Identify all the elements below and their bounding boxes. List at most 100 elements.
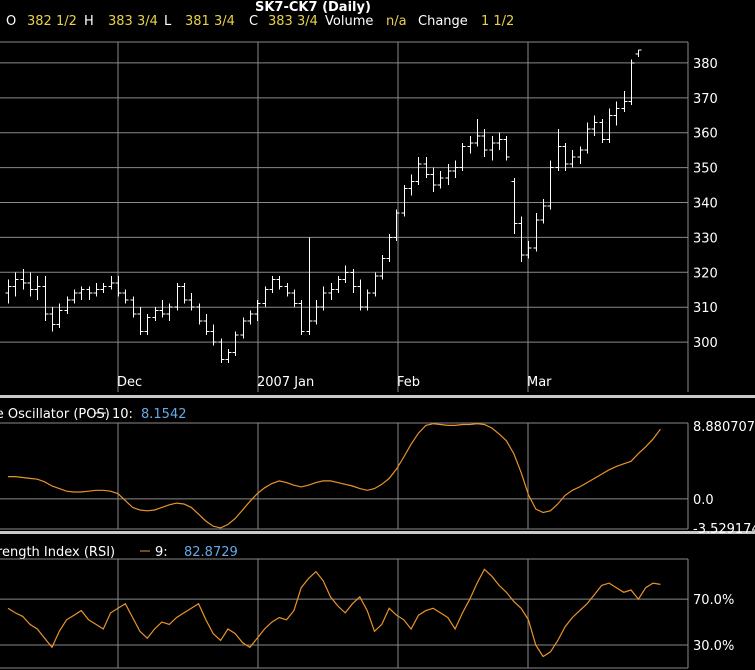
ohlc-bar: [254, 300, 261, 322]
pos-title: Price Oscillator (POS): [0, 407, 110, 422]
ohlc-bar: [152, 307, 159, 322]
ohlc-bar: [599, 118, 606, 144]
ohlc-value: 383 3/4: [268, 14, 318, 29]
x-tick-label: Mar: [527, 375, 552, 390]
ohlc-bar: [357, 279, 364, 311]
ohlc-bar: [42, 275, 49, 322]
price-grid: [0, 41, 689, 392]
ohlc-bar: [511, 178, 518, 234]
ohlc-label: Change: [418, 14, 468, 29]
y-tick-label: 380: [693, 57, 718, 72]
price-bars: [5, 49, 642, 364]
ohlc-bar: [496, 132, 503, 151]
ohlc-bar: [328, 282, 335, 301]
ohlc-bar: [562, 143, 569, 172]
ohlc-bar: [569, 150, 576, 168]
chart-canvas: SK7-CK7 (Daily) O 382 1/2 H 383 3/4 L 381 3/4…: [0, 0, 755, 669]
ohlc-bar: [613, 101, 620, 126]
ohlc-summary: O 382 1/2 H 383 3/4 L 381 3/4 C 383 3/4 Volume n/…: [6, 14, 514, 29]
ohlc-bar: [262, 286, 269, 308]
ohlc-bar: [108, 275, 115, 290]
rsi-header: Relative Strength Index (RSI) 9: 82.8729: [0, 545, 238, 560]
ohlc-bar: [86, 286, 93, 301]
ohlc-bar: [181, 282, 188, 304]
ohlc-bar: [159, 300, 166, 318]
ohlc-bar: [489, 136, 496, 161]
ohlc-bar: [555, 129, 562, 172]
ohlc-bar: [64, 296, 71, 315]
ohlc-bar: [577, 146, 584, 165]
ohlc-label: Volume: [325, 14, 373, 29]
ohlc-bar: [621, 90, 628, 112]
ohlc-bar: [584, 122, 591, 154]
y-tick-label: 370: [693, 92, 718, 107]
rsi-title: Relative Strength Index (RSI): [0, 545, 115, 560]
ohlc-bar: [269, 275, 276, 294]
ohlc-bar: [78, 286, 85, 301]
ohlc-bar: [606, 108, 613, 144]
y-tick-label: 8.880707: [693, 420, 755, 435]
y-tick-label: 320: [693, 266, 718, 281]
x-tick-label: Dec: [117, 375, 142, 390]
ohlc-label: H: [84, 14, 94, 29]
ohlc-bar: [393, 209, 400, 241]
ohlc-label: C: [249, 14, 258, 29]
ohlc-bar: [635, 49, 642, 57]
date-axis: Dec 2007 Jan Feb Mar: [117, 375, 552, 390]
ohlc-bar: [386, 233, 393, 262]
ohlc-bar: [232, 331, 239, 357]
ohlc-bar: [100, 282, 107, 294]
ohlc-label: L: [164, 14, 172, 29]
pos-period: 10:: [112, 407, 133, 422]
ohlc-bar: [27, 272, 34, 297]
ohlc-bar: [12, 272, 19, 297]
pos-header: Price Oscillator (POS) 10: 8.1542: [0, 407, 187, 422]
panel-divider[interactable]: [0, 531, 755, 534]
rsi-value: 82.8729: [184, 545, 238, 560]
y-tick-label: 360: [693, 127, 718, 142]
rsi-y-axis: 70.0% 30.0%: [693, 593, 734, 654]
ohlc-bar: [240, 317, 247, 339]
ohlc-bar: [459, 143, 466, 172]
y-tick-label: -3.529174: [693, 522, 755, 537]
ohlc-bar: [225, 349, 232, 364]
y-tick-label: 310: [693, 301, 718, 316]
ohlc-bar: [115, 275, 122, 297]
price-y-axis: 300 310 320 330 340 350 360 370 380: [693, 57, 718, 351]
panel-divider[interactable]: [0, 395, 755, 398]
ohlc-bar: [291, 289, 298, 308]
chart-title: SK7-CK7 (Daily): [255, 0, 371, 15]
ohlc-bar: [144, 314, 151, 336]
ohlc-bar: [34, 275, 41, 301]
ohlc-bar: [93, 282, 100, 297]
ohlc-bar: [342, 265, 349, 283]
ohlc-bar: [49, 307, 56, 332]
ohlc-bar: [481, 129, 488, 158]
ohlc-bar: [430, 167, 437, 193]
ohlc-bar: [518, 216, 525, 262]
ohlc-value: n/a: [386, 14, 407, 29]
pos-y-axis: 8.880707 0.0 -3.529174: [693, 420, 755, 537]
ohlc-value: 383 3/4: [108, 14, 158, 29]
y-tick-label: 0.0: [693, 493, 714, 508]
ohlc-label: O: [6, 14, 16, 29]
ohlc-bar: [401, 185, 408, 217]
pos-value: 8.1542: [141, 407, 187, 422]
ohlc-value: 382 1/2: [27, 14, 77, 29]
y-tick-label: 350: [693, 162, 718, 177]
ohlc-bar: [467, 136, 474, 154]
rsi-period: 9:: [155, 545, 168, 560]
y-tick-label: 330: [693, 231, 718, 246]
y-tick-label: 30.0%: [693, 639, 734, 654]
ohlc-bar: [415, 157, 422, 186]
ohlc-bar: [122, 289, 129, 304]
ohlc-bar: [5, 279, 12, 304]
ohlc-bar: [306, 237, 313, 336]
ohlc-value: 1 1/2: [481, 14, 514, 29]
ohlc-bar: [379, 254, 386, 280]
ohlc-bar: [437, 171, 444, 189]
ohlc-bar: [166, 303, 173, 322]
ohlc-bar: [408, 174, 415, 196]
ohlc-bar: [174, 282, 181, 311]
y-tick-label: 70.0%: [693, 593, 734, 608]
